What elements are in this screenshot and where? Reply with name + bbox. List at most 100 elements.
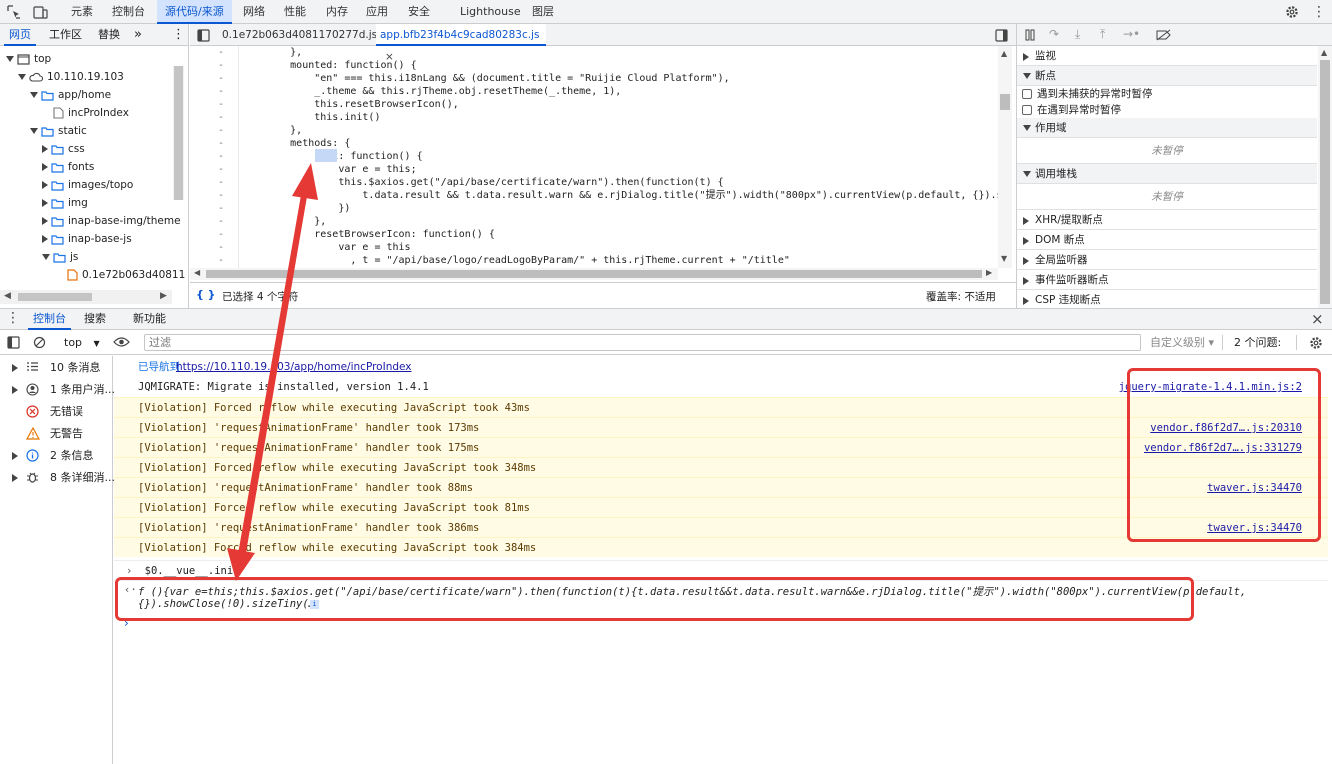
debugger-scrollbar[interactable]: ▲ [1318,46,1332,308]
context-selector[interactable]: top ▼ [58,330,102,355]
line-gutter[interactable]: - [218,98,224,111]
nav-tab-page[interactable]: 网页 [4,24,36,46]
nav-h-scrollbar[interactable]: ◀ ▶ [0,290,172,304]
step-into-icon[interactable]: ⤓ [1075,27,1080,42]
device-toolbar-icon[interactable] [32,4,48,20]
tree-item[interactable]: 0.1e72b063d40811 [56,266,185,284]
line-gutter[interactable]: - [218,59,224,72]
debugger-section-header[interactable]: 作用域 [1017,118,1317,138]
top-tab-4[interactable]: 性能 [276,0,314,24]
tree-item[interactable]: images/topo [42,176,133,194]
expand-right-icon[interactable] [42,145,48,153]
expand-down-icon[interactable] [30,128,38,134]
debugger-section-header[interactable]: DOM 断点 [1017,230,1317,250]
nav-more-tabs-icon[interactable]: » [129,24,147,46]
top-tab-8[interactable]: Lighthouse [452,0,529,24]
console-sidebar-item[interactable]: 10 条消息 [0,357,113,379]
line-gutter[interactable]: - [218,46,224,59]
top-tab-0[interactable]: 元素 [63,0,101,24]
expand-right-icon[interactable] [12,386,18,394]
drawer-tab-search[interactable]: 搜索 [80,309,110,330]
tree-item[interactable]: app/home [30,86,111,104]
line-gutter[interactable]: - [218,241,224,254]
debugger-section-header[interactable]: 事件监听器断点 [1017,270,1317,290]
console-sidebar-item[interactable]: 2 条信息 [0,445,113,467]
debugger-section-header[interactable]: 调用堆栈 [1017,164,1317,184]
expand-down-icon[interactable] [6,56,14,62]
top-tab-5[interactable]: 内存 [318,0,356,24]
debugger-section-header[interactable]: CSP 违规断点 [1017,290,1317,308]
expand-right-icon[interactable] [12,452,18,460]
top-tab-3[interactable]: 网络 [235,0,273,24]
nav-menu-icon[interactable]: ⋮ [167,24,188,46]
pause-exception-option[interactable]: 遇到未捕获的异常时暂停 [1017,86,1317,102]
nav-scrollbar-thumb[interactable] [174,66,183,200]
step-icon[interactable]: →• [1123,27,1140,41]
line-gutter[interactable]: - [218,202,224,215]
tree-item[interactable]: inap-base-js [42,230,132,248]
line-gutter[interactable]: - [218,72,224,85]
live-expression-eye-icon[interactable] [112,335,130,349]
expand-down-icon[interactable] [30,92,38,98]
clear-console-icon[interactable] [32,335,46,349]
line-gutter[interactable]: - [218,228,224,241]
console-sidebar-item[interactable]: 8 条详细消... [0,467,115,489]
toggle-debugger-icon[interactable] [994,28,1008,42]
expand-right-icon[interactable] [42,217,48,225]
issues-counter[interactable]: 2 个问题: [1234,330,1281,355]
tree-item[interactable]: js [42,248,78,266]
debugger-section-header[interactable]: 断点 [1017,66,1317,86]
navigated-url-link[interactable]: https://10.110.19.103/app/home/incProInd… [176,357,412,377]
pause-exception-option[interactable]: 在遇到异常时暂停 [1017,102,1317,118]
expand-right-icon[interactable] [12,474,18,482]
line-gutter[interactable]: - [218,111,224,124]
tree-item[interactable]: fonts [42,158,94,176]
drawer-tab-whatsnew[interactable]: 新功能 [129,309,170,330]
deactivate-breakpoints-icon[interactable] [1155,28,1171,42]
tree-item[interactable]: css [42,140,85,158]
expand-right-icon[interactable] [12,364,18,372]
console-filter-input[interactable] [144,334,1141,351]
top-tab-7[interactable]: 安全 [400,0,438,24]
debugger-section-header[interactable]: XHR/提取断点 [1017,210,1317,230]
line-gutter[interactable]: - [218,124,224,137]
line-gutter[interactable]: - [218,137,224,150]
step-over-icon[interactable]: ↷ [1049,27,1059,41]
tree-item[interactable]: incProIndex [42,104,129,122]
pause-icon[interactable] [1023,28,1037,42]
checkbox[interactable] [1022,89,1032,99]
more-options-icon[interactable]: ⋮ [1312,2,1326,22]
drawer-tab-console[interactable]: 控制台 [28,309,71,330]
nav-tab-workspace[interactable]: 工作区 [44,24,87,46]
line-gutter[interactable]: - [218,215,224,228]
expand-right-icon[interactable] [42,235,48,243]
nav-scrollbar-track[interactable] [173,66,184,200]
editor-tab-chunk[interactable]: 0.1e72b063d4081170277d.js [218,24,381,46]
expand-right-icon[interactable] [42,199,48,207]
editor-tab-app[interactable]: app.bfb23f4b4c9cad80283c.js × [376,24,546,63]
checkbox[interactable] [1022,105,1032,115]
tree-item[interactable]: top [6,50,51,68]
editor-h-scrollbar[interactable]: ◀ ▶ [190,268,998,280]
expand-down-icon[interactable] [18,74,26,80]
line-gutter[interactable]: - [218,189,224,202]
close-drawer-icon[interactable]: × [1311,309,1324,330]
console-sidebar-item[interactable]: 无警告 [0,423,113,445]
debugger-section-header[interactable]: 监视 [1017,46,1317,66]
line-gutter[interactable]: - [218,85,224,98]
console-sidebar-item[interactable]: 1 条用户消... [0,379,115,401]
code-lines[interactable]: - }, - mounted: function() {- "en" === th… [190,46,1000,268]
tree-item[interactable]: 10.110.19.103 [18,68,124,86]
tree-item[interactable]: inap-base-img/theme [42,212,181,230]
debugger-section-header[interactable]: 全局监听器 [1017,250,1317,270]
top-tab-2[interactable]: 源代码/来源 [157,0,232,24]
line-gutter[interactable]: - [218,176,224,189]
nav-tab-overrides[interactable]: 替换 [93,24,125,46]
expand-right-icon[interactable] [42,181,48,189]
inspect-element-icon[interactable] [6,4,22,20]
settings-gear-icon[interactable] [1284,4,1300,20]
top-tab-6[interactable]: 应用 [358,0,396,24]
editor-v-scrollbar[interactable]: ▲ ▼ [998,46,1012,268]
line-gutter[interactable]: - [218,254,224,267]
step-out-icon[interactable]: ⤒ [1100,27,1105,42]
